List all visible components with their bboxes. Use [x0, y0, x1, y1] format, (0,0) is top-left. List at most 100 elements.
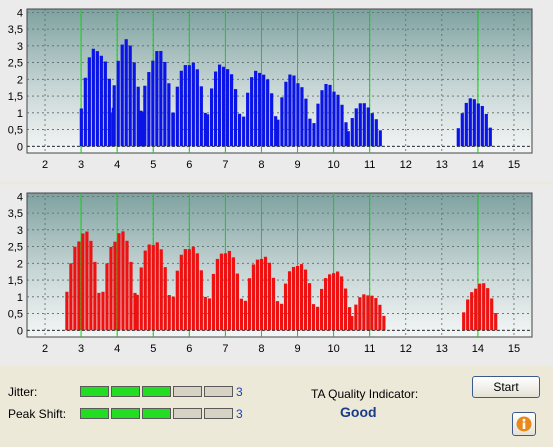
histogram-bar [79, 108, 83, 147]
histogram-bar [247, 278, 252, 331]
histogram-bar [296, 83, 300, 147]
y-tick-label: 0,5 [8, 309, 23, 321]
x-tick-label: 2 [42, 159, 48, 171]
histogram-bar [217, 64, 222, 147]
histogram-bar [382, 315, 386, 331]
meter-segment [204, 386, 233, 397]
histogram-bar [167, 83, 171, 147]
histogram-bar [227, 250, 231, 331]
histogram-bar [132, 62, 136, 147]
x-tick-label: 10 [327, 159, 339, 171]
histogram-bar [187, 249, 191, 331]
meter-segment [80, 386, 109, 397]
histogram-bar [246, 92, 250, 147]
histogram-bar [229, 74, 234, 147]
histogram-bar [255, 259, 260, 331]
histogram-bar [151, 245, 155, 331]
histogram-bar [366, 295, 370, 331]
histogram-bar [175, 270, 179, 331]
histogram-bar [163, 267, 167, 331]
histogram-bar [95, 51, 99, 147]
histogram-bar [235, 273, 239, 331]
histogram-bar [476, 103, 480, 147]
histogram-bar [135, 294, 139, 331]
histogram-bar [470, 292, 474, 331]
y-tick-label: 3,5 [8, 208, 23, 220]
histogram-bar [291, 266, 296, 331]
histogram-bar [85, 231, 89, 331]
histogram-bar [187, 65, 191, 147]
histogram-bar [336, 271, 340, 331]
histogram-bar [259, 258, 264, 331]
histogram-bar [276, 119, 280, 147]
peak-shift-value: 3 [236, 407, 243, 421]
histogram-bar [93, 261, 97, 331]
histogram-bar [270, 93, 274, 147]
histogram-bar [271, 277, 276, 331]
histogram-bar [308, 118, 312, 147]
histogram-bar [81, 233, 85, 331]
histogram-bar [350, 316, 354, 331]
histogram-bar [213, 71, 218, 147]
histogram-bar [292, 75, 296, 147]
histogram-bar [258, 72, 262, 147]
histogram-bar [155, 242, 159, 331]
histogram-bar [254, 70, 258, 147]
x-tick-label: 5 [150, 159, 156, 171]
x-tick-label: 11 [364, 159, 375, 171]
x-tick-label: 6 [186, 343, 192, 355]
y-tick-label: 3 [17, 41, 23, 53]
histogram-bar [460, 113, 464, 147]
histogram-bar [350, 118, 354, 147]
y-tick-label: 4 [17, 7, 23, 19]
histogram-bar [307, 283, 312, 331]
meter-segment [142, 408, 171, 419]
histogram-bar [83, 77, 87, 147]
histogram-bar [167, 295, 171, 331]
x-tick-label: 13 [436, 343, 448, 355]
x-tick-label: 9 [294, 159, 300, 171]
histogram-bar [125, 240, 129, 331]
histogram-bar [209, 88, 214, 147]
histogram-bar [250, 77, 254, 147]
histogram-bar [462, 312, 466, 331]
histogram-bar [99, 55, 103, 147]
histogram-bar [283, 283, 288, 331]
histogram-bar [221, 66, 226, 147]
histogram-bar [225, 69, 230, 147]
histogram-bar [354, 108, 358, 147]
histogram-bar [159, 50, 163, 147]
y-tick-label: 2 [17, 74, 23, 86]
histogram-bar [124, 39, 128, 147]
histogram-bar [300, 87, 304, 147]
histogram-bar [482, 283, 486, 331]
histogram-bar [203, 296, 207, 331]
histogram-bar [215, 258, 219, 331]
histogram-bar [147, 72, 151, 147]
histogram-bar [121, 231, 125, 331]
histogram-bar [219, 253, 223, 331]
histogram-bar [312, 123, 316, 147]
histogram-bar [468, 98, 472, 147]
peak-shift-label: Peak Shift: [8, 407, 67, 421]
histogram-bar [179, 254, 183, 331]
histogram-bar [199, 86, 203, 147]
histogram-bar [374, 298, 378, 331]
y-tick-label: 3,5 [8, 24, 23, 36]
histogram-bar [143, 250, 147, 331]
histogram-bar [378, 130, 382, 147]
histogram-bar [266, 79, 270, 147]
histogram-bar [279, 303, 284, 331]
meter-segment [173, 408, 202, 419]
histogram-bar [97, 292, 101, 331]
histogram-bar [311, 304, 316, 331]
histogram-bar [103, 61, 107, 147]
start-button[interactable]: Start [472, 376, 540, 398]
histogram-bar [362, 294, 366, 331]
peak-shift-meter [80, 408, 234, 419]
histogram-bar [490, 298, 494, 331]
histogram-bar [101, 291, 105, 331]
info-button[interactable] [512, 412, 536, 436]
meter-segment [80, 408, 109, 419]
meter-segment [204, 408, 233, 419]
